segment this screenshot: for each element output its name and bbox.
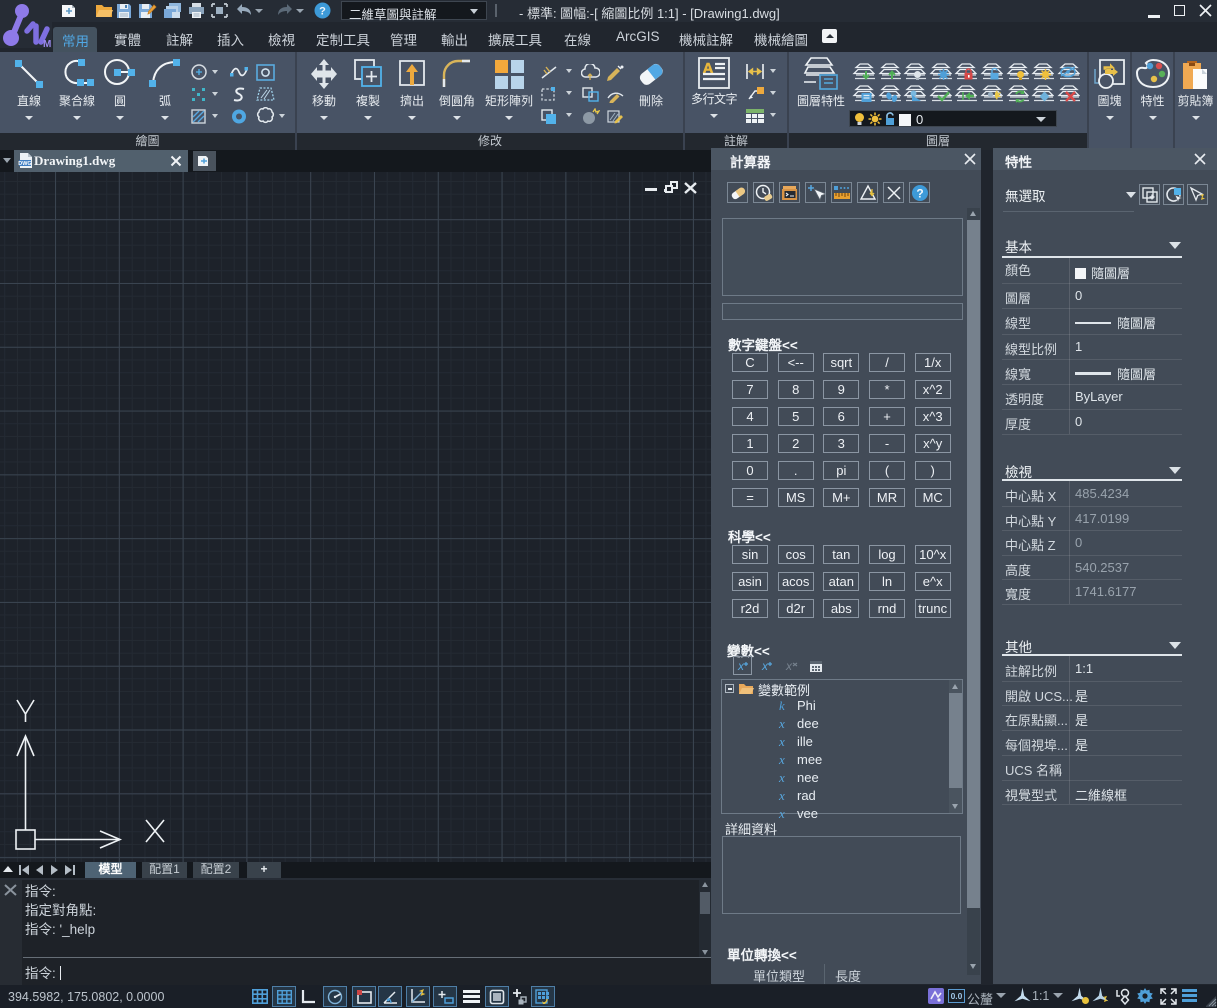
svg-text:x: x bbox=[785, 659, 793, 673]
svg-text:M: M bbox=[43, 39, 51, 48]
svg-text:?: ? bbox=[916, 187, 923, 201]
svg-text:x: x bbox=[737, 659, 745, 673]
svg-text:?: ? bbox=[319, 6, 326, 18]
svg-text:DWG: DWG bbox=[18, 161, 31, 167]
svg-text:x: x bbox=[761, 659, 769, 673]
